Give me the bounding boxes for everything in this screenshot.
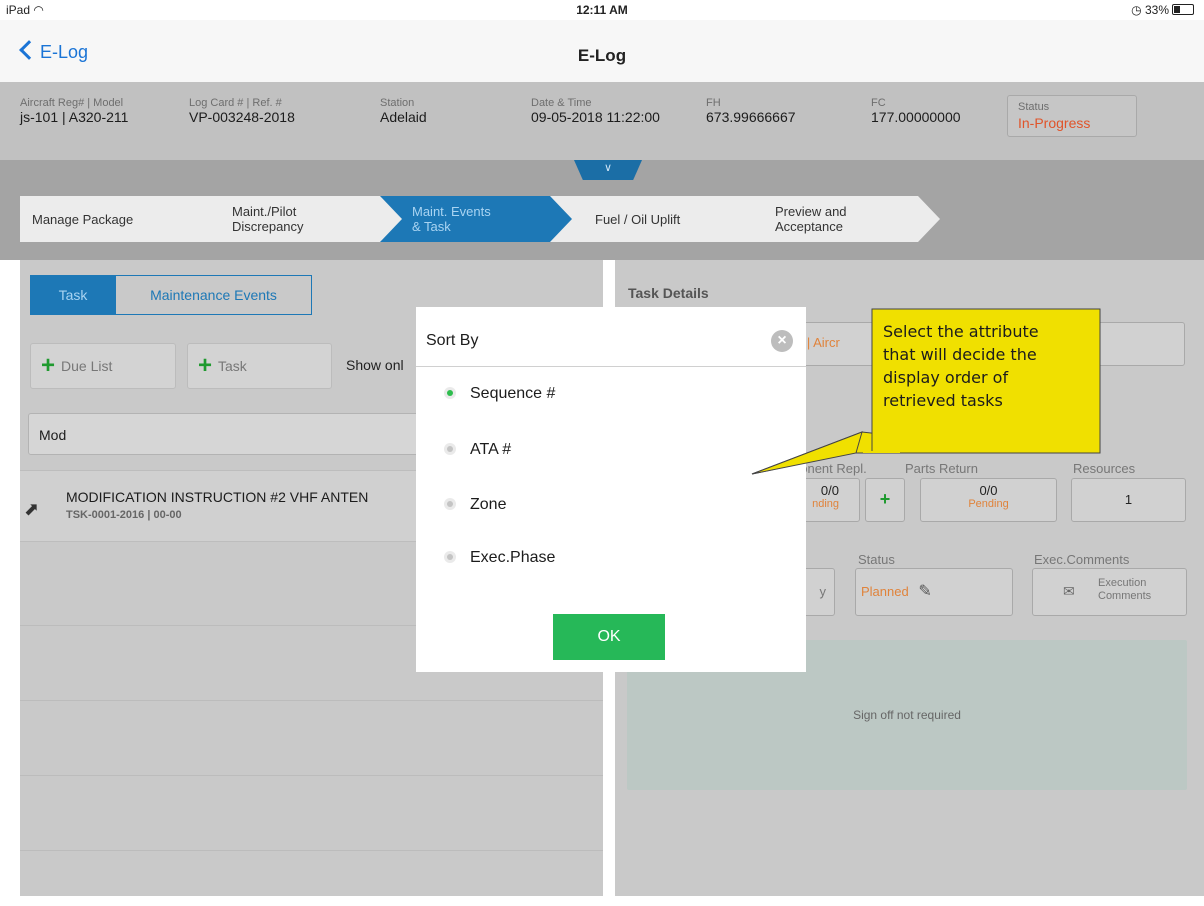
callout-line: that will decide the: [883, 345, 1037, 364]
callout-line: Select the attribute: [883, 322, 1039, 341]
callout-text: Select the attribute that will decide th…: [883, 320, 1068, 412]
callout-line: retrieved tasks: [883, 391, 1003, 410]
callout-line: display order of: [883, 368, 1009, 387]
callout-pointer: [751, 431, 863, 475]
tutorial-callout: [751, 308, 1101, 475]
